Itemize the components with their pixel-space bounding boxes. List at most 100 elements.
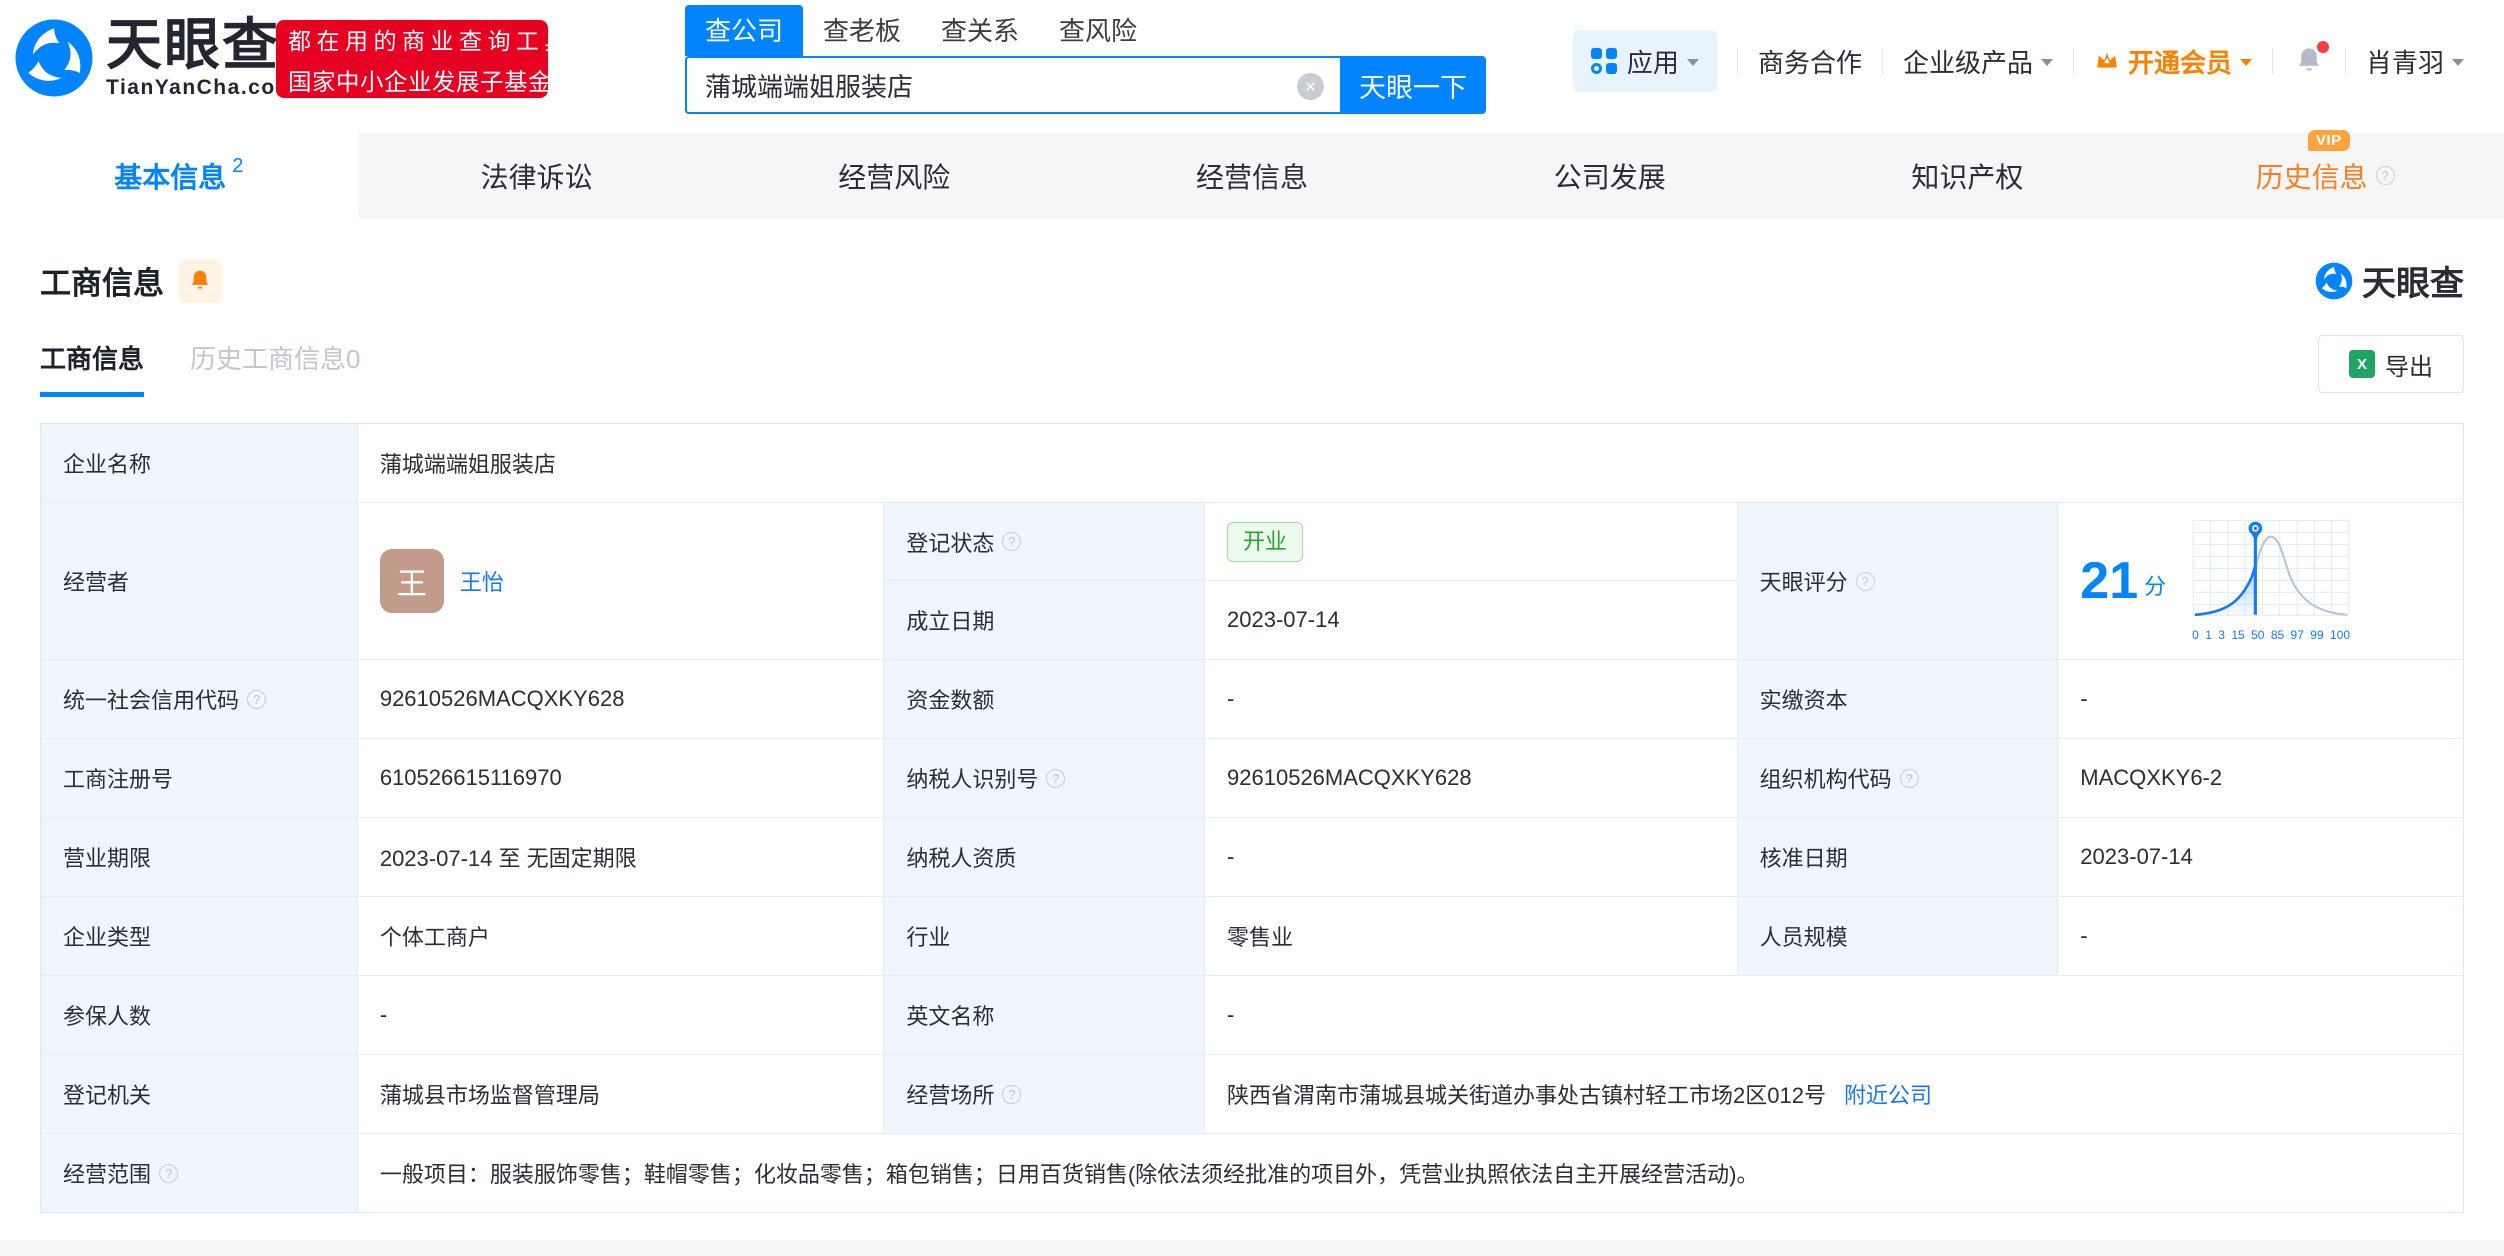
- approval-date-value: 2023-07-14: [2057, 818, 2463, 896]
- nav-business-cooperation[interactable]: 商务合作: [1758, 43, 1862, 80]
- tab-label: 经营信息: [1195, 161, 1308, 193]
- slogan-badge: 都在用的商业查询工具 国家中小企业发展子基金旗下机构: [276, 20, 648, 98]
- help-icon[interactable]: ?: [1046, 768, 1066, 788]
- search-tab-boss[interactable]: 查老板: [803, 5, 921, 56]
- nav-enterprise-products[interactable]: 企业级产品: [1903, 43, 2053, 80]
- approval-date-label: 核准日期: [1736, 818, 2058, 896]
- watermark-logo: 天眼查: [2314, 256, 2464, 305]
- taxpayer-qualification-value: -: [1204, 818, 1737, 896]
- row-reg-number: 工商注册号 610526615116970 纳税人识别号 ? 92610526M…: [41, 739, 2463, 818]
- tab-label: 历史信息: [2255, 161, 2368, 193]
- capital-label: 资金数额: [883, 660, 1205, 738]
- taxpayer-id-label: 纳税人识别号 ?: [883, 739, 1205, 817]
- help-icon[interactable]: ?: [2375, 166, 2395, 185]
- industry-label: 行业: [883, 897, 1205, 975]
- english-name-value: -: [1204, 976, 2463, 1054]
- operator-label: 经营者: [41, 503, 357, 659]
- tab-legal-litigation[interactable]: 法律诉讼: [358, 133, 716, 218]
- subtab-business-info[interactable]: 工商信息: [40, 339, 145, 397]
- chevron-down-icon: [2452, 59, 2464, 66]
- open-membership-button[interactable]: 开通会员: [2094, 43, 2252, 80]
- establish-date-value: 2023-07-14: [1204, 581, 1737, 659]
- avatar[interactable]: 王: [379, 549, 444, 613]
- industry-value: 零售业: [1204, 897, 1737, 975]
- tab-label: 公司发展: [1553, 161, 1666, 193]
- axis-tick: 50: [2251, 628, 2265, 642]
- bell-icon: [191, 270, 209, 289]
- divider: [2271, 48, 2273, 74]
- company-type-value: 个体工商户: [356, 897, 884, 975]
- reg-number-value: 610526615116970: [356, 739, 884, 817]
- slogan-line1: 都在用的商业查询工具: [288, 27, 573, 54]
- search-button[interactable]: 天眼一下: [1340, 56, 1486, 114]
- help-icon[interactable]: ?: [1002, 1084, 1022, 1104]
- business-term-label: 营业期限: [41, 818, 357, 896]
- help-icon[interactable]: ?: [159, 1163, 179, 1183]
- score-wrap: 21 分 0 1 3 15 50 85 97 99 100: [2080, 520, 2350, 642]
- tab-operation-info[interactable]: 经营信息: [1073, 133, 1431, 218]
- search-tab-relation[interactable]: 查关系: [921, 5, 1039, 56]
- search-tab-risk[interactable]: 查风险: [1039, 5, 1157, 56]
- brand-name: 天眼查: [106, 13, 280, 76]
- business-location-label: 经营场所 ?: [883, 1055, 1205, 1133]
- row-reg-authority: 登记机关 蒲城县市场监督管理局 经营场所 ? 陕西省渭南市蒲城县城关街道办事处古…: [41, 1055, 2463, 1134]
- row-credit-code: 统一社会信用代码 ? 92610526MACQXKY628 资金数额 - 实缴资…: [41, 660, 2463, 739]
- search-tab-company[interactable]: 查公司: [685, 5, 804, 56]
- help-icon[interactable]: ?: [1002, 532, 1022, 551]
- membership-label: 开通会员: [2127, 47, 2232, 78]
- search-input[interactable]: [685, 56, 1340, 114]
- top-nav: 应用 商务合作 企业级产品 开通会员 肖青羽: [1572, 30, 2464, 92]
- taxpayer-qualification-label: 纳税人资质: [883, 818, 1205, 896]
- help-icon[interactable]: ?: [1855, 571, 1875, 591]
- chevron-down-icon: [1686, 59, 1699, 66]
- operator-name-link[interactable]: 王怡: [460, 565, 504, 597]
- score-points: 21: [2080, 552, 2139, 610]
- establish-date-label: 成立日期: [883, 581, 1205, 659]
- apps-menu[interactable]: 应用: [1572, 30, 1717, 92]
- tab-intellectual-property[interactable]: 知识产权: [1789, 133, 2147, 218]
- site-logo[interactable]: 天眼查 TianYanCha.com: [12, 16, 296, 100]
- axis-tick: 100: [2330, 628, 2351, 642]
- tab-label: 法律诉讼: [480, 161, 593, 193]
- nearby-companies-link[interactable]: 附近公司: [1844, 1078, 1932, 1110]
- export-button[interactable]: X 导出: [2318, 335, 2464, 393]
- search-area: 查公司 查老板 查关系 查风险 ✕ 天眼一下: [685, 5, 1486, 114]
- clear-search-icon[interactable]: ✕: [1297, 73, 1324, 100]
- score-distribution-chart: 0 1 3 15 50 85 97 99 100: [2192, 520, 2350, 642]
- apps-grid-icon: [1590, 48, 1617, 74]
- score-axis-labels: 0 1 3 15 50 85 97 99 100: [2192, 628, 2350, 642]
- row-company-type: 企业类型 个体工商户 行业 零售业 人员规模 -: [41, 897, 2463, 976]
- row-insured-count: 参保人数 - 英文名称 -: [41, 976, 2463, 1055]
- brand-text: 天眼查 TianYanCha.com: [106, 16, 296, 100]
- label-text: 登记状态: [906, 530, 995, 556]
- main-content: 工商信息 天眼查 工商信息 历史工商信息0 X 导出 企业名称 蒲城端端姐服装店…: [0, 218, 2504, 1213]
- tab-count-badge: 2: [232, 155, 244, 177]
- business-location-value: 陕西省渭南市蒲城县城关街道办事处古镇村轻工市场2区012号 附近公司: [1204, 1055, 2463, 1133]
- tab-basic-info[interactable]: 基本信息 2: [0, 133, 358, 218]
- help-icon[interactable]: ?: [247, 689, 267, 709]
- reg-status-value: 开业: [1204, 503, 1737, 581]
- reg-authority-label: 登记机关: [41, 1055, 357, 1133]
- tab-label: 基本信息: [114, 161, 227, 193]
- axis-tick: 3: [2218, 628, 2225, 642]
- user-menu[interactable]: 肖青羽: [2366, 43, 2464, 80]
- capital-value: -: [1204, 660, 1737, 738]
- row-business-term: 营业期限 2023-07-14 至 无固定期限 纳税人资质 - 核准日期 202…: [41, 818, 2463, 897]
- help-icon[interactable]: ?: [1899, 768, 1919, 788]
- chevron-down-icon: [2239, 59, 2252, 66]
- label-text: 天眼评分: [1759, 570, 1848, 595]
- paid-capital-label: 实缴资本: [1736, 660, 2058, 738]
- excel-icon: X: [2349, 350, 2375, 378]
- tab-company-development[interactable]: 公司发展: [1431, 133, 1789, 218]
- cooperation-label: 商务合作: [1757, 47, 1862, 78]
- tab-operation-risk[interactable]: 经营风险: [715, 133, 1073, 218]
- tab-history-info[interactable]: 历史信息 VIP ?: [2146, 129, 2504, 218]
- score-unit: 分: [2144, 574, 2167, 599]
- divider: [2344, 48, 2346, 74]
- subtab-history-business-info[interactable]: 历史工商信息0: [190, 339, 360, 397]
- tab-label: 经营风险: [838, 161, 951, 193]
- subscribe-bell-button[interactable]: [178, 258, 222, 303]
- axis-tick: 0: [2192, 628, 2199, 642]
- notifications-bell[interactable]: [2293, 41, 2329, 77]
- staff-size-label: 人员规模: [1736, 897, 2058, 975]
